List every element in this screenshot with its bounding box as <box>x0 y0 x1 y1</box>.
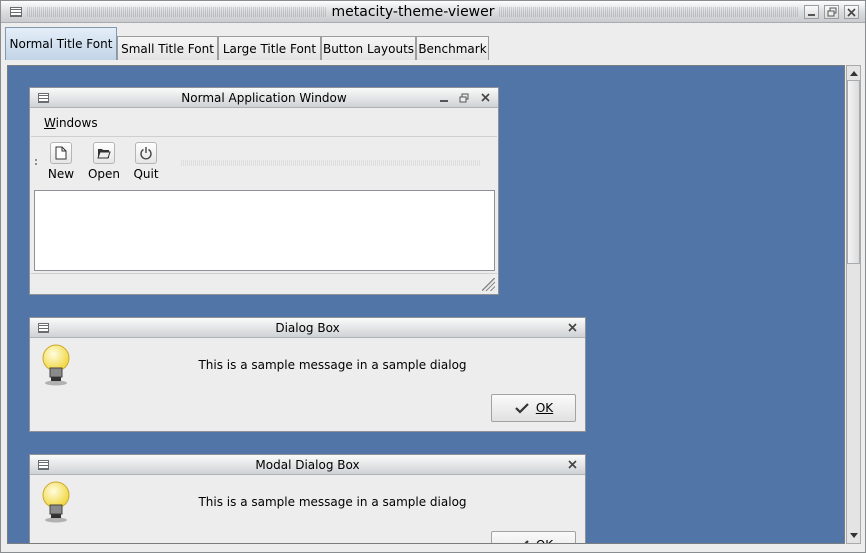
scroll-up-button[interactable] <box>847 66 860 80</box>
tab-normal-title-font[interactable]: Normal Title Font <box>5 27 117 60</box>
normal-window-menubar: Windows <box>31 109 497 137</box>
normal-window-close-button[interactable] <box>478 91 492 104</box>
dialog-close-button[interactable] <box>565 321 579 334</box>
scroll-thumb[interactable] <box>847 80 860 264</box>
toolbar-handle-bevel <box>181 160 481 166</box>
arrow-up-icon <box>849 71 858 76</box>
modal-dialog-menu-icon[interactable] <box>38 460 49 470</box>
normal-window-text-area[interactable] <box>34 190 495 271</box>
minimize-button[interactable] <box>804 5 819 19</box>
tab-benchmark[interactable]: Benchmark <box>416 36 489 60</box>
power-icon <box>135 142 157 164</box>
checkmark-icon <box>514 400 530 416</box>
modal-dialog-box-window: Modal Dialog Box This is a sample messag… <box>29 454 586 543</box>
scroll-down-button[interactable] <box>847 529 860 543</box>
main-window-title: metacity-theme-viewer <box>331 3 495 20</box>
normal-window-statusbar <box>31 273 497 293</box>
normal-window-minimize-button[interactable] <box>437 91 451 104</box>
dialog-ok-label: OK <box>535 401 554 415</box>
minimize-icon <box>808 13 815 16</box>
modal-dialog-message: This is a sample message in a sample dia… <box>198 495 467 509</box>
modal-dialog-title: Modal Dialog Box <box>255 457 360 472</box>
close-icon <box>567 460 577 469</box>
arrow-down-icon <box>849 533 858 538</box>
restore-icon <box>827 7 836 17</box>
quit-label: Quit <box>133 167 159 181</box>
dialog-menu-icon[interactable] <box>38 323 49 333</box>
normal-window-titlebar[interactable]: Normal Application Window <box>30 88 498 108</box>
maximize-button[interactable] <box>824 5 839 19</box>
dialog-ok-button[interactable]: OK <box>491 394 576 422</box>
new-button[interactable]: New <box>41 142 81 181</box>
restore-icon <box>459 93 469 102</box>
close-button[interactable] <box>844 5 859 19</box>
vertical-scrollbar[interactable] <box>846 65 861 544</box>
open-label: Open <box>87 167 121 181</box>
quit-button[interactable]: Quit <box>126 142 166 181</box>
normal-window-maximize-button[interactable] <box>457 91 471 104</box>
normal-window-title: Normal Application Window <box>181 90 347 105</box>
close-icon <box>480 93 490 102</box>
tab-small-title-font[interactable]: Small Title Font <box>117 36 218 60</box>
dialog-box-window: Dialog Box This is a sample message in a… <box>29 317 586 432</box>
menu-windows[interactable]: Windows <box>44 116 98 130</box>
modal-dialog-ok-button[interactable]: OK <box>491 531 576 543</box>
normal-window-menu-icon[interactable] <box>38 93 49 103</box>
close-icon <box>847 7 856 17</box>
minimize-icon <box>440 99 448 102</box>
new-document-icon <box>50 142 72 164</box>
normal-window-toolbar: New Open Quit <box>31 138 497 188</box>
open-button[interactable]: Open <box>84 142 124 181</box>
toolbar-grip-handle[interactable] <box>34 158 38 166</box>
dialog-title: Dialog Box <box>275 320 340 335</box>
dialog-message: This is a sample message in a sample dia… <box>198 358 467 372</box>
menu-windows-label: indows <box>55 115 98 130</box>
dialog-titlebar[interactable]: Dialog Box <box>30 318 585 338</box>
modal-dialog-close-button[interactable] <box>565 458 579 471</box>
window-menu-icon[interactable] <box>10 7 22 17</box>
resize-grip-icon[interactable] <box>482 278 495 291</box>
main-titlebar[interactable]: metacity-theme-viewer <box>1 1 865 23</box>
tab-bar: Normal Title Font Small Title Font Large… <box>5 27 863 60</box>
new-label: New <box>47 167 75 181</box>
checkmark-icon <box>514 537 530 543</box>
modal-dialog-titlebar[interactable]: Modal Dialog Box <box>30 455 585 475</box>
tab-large-title-font[interactable]: Large Title Font <box>218 36 321 60</box>
tab-button-layouts[interactable]: Button Layouts <box>321 36 416 60</box>
normal-application-window: Normal Application Window Windows New Op… <box>29 87 499 295</box>
preview-viewport[interactable]: Normal Application Window Windows New Op… <box>7 65 845 544</box>
theme-viewer-window: metacity-theme-viewer Normal Title Font … <box>0 0 866 553</box>
modal-dialog-ok-label: OK <box>536 538 553 543</box>
open-folder-icon <box>93 142 115 164</box>
close-icon <box>567 323 577 332</box>
